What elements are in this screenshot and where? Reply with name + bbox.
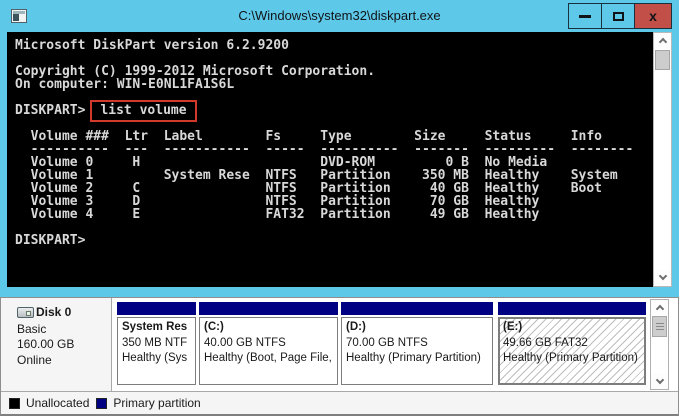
partition-size: 40.00 GB NTFS (204, 336, 333, 352)
console-scrollbar[interactable] (653, 32, 672, 287)
partitions-area: System Res350 MB NTFHealthy (Sys(C:)40.0… (1, 298, 650, 391)
console-line: Volume 4 E FAT32 Partition 49 GB Healthy (15, 208, 653, 221)
legend: Unallocated Primary partition (1, 391, 678, 414)
console-line: DISKPART> (15, 234, 653, 247)
diskpart-prompt: DISKPART> (15, 103, 85, 118)
highlighted-command: list volume (90, 100, 196, 122)
partition-name: (E:) (503, 320, 641, 336)
partition-name: (D:) (346, 320, 488, 336)
console-line: On computer: WIN-E0NL1FA1S6L (15, 78, 653, 91)
partition-body: (E:)49.66 GB FAT32Healthy (Primary Parti… (498, 317, 646, 385)
console-scroll-up-button[interactable] (654, 33, 671, 49)
partition-size: 70.00 GB NTFS (346, 336, 488, 352)
chevron-up-icon (658, 38, 666, 46)
partition-status: Healthy (Primary Partition) (503, 351, 641, 367)
legend-swatch-icon (96, 398, 107, 409)
partition-block[interactable]: System Res350 MB NTFHealthy (Sys (117, 302, 196, 389)
disk-management-panel: Disk 0 Basic 160.00 GB Online System Res… (0, 297, 679, 416)
maximize-button[interactable] (601, 3, 635, 29)
legend-label: Primary partition (113, 396, 200, 410)
partition-body: System Res350 MB NTFHealthy (Sys (117, 317, 196, 385)
partition-status: Healthy (Boot, Page File, (204, 351, 333, 367)
disk-scroll-up-button[interactable] (651, 300, 668, 315)
minimize-icon (579, 15, 591, 18)
diskpart-window: C:\Windows\system32\diskpart.exe x Micro… (0, 0, 679, 297)
partition-color-band (199, 302, 338, 315)
chevron-down-icon (655, 376, 663, 384)
disk-scrollbar[interactable] (650, 299, 669, 390)
partition-name: (C:) (204, 320, 333, 336)
console-scroll-down-button[interactable] (654, 270, 671, 286)
legend-swatch-icon (9, 398, 20, 409)
partition-size: 350 MB NTF (122, 336, 191, 352)
legend-item: Primary partition (96, 396, 200, 410)
chevron-up-icon (655, 305, 663, 313)
close-icon: x (649, 9, 657, 23)
console-line (15, 221, 653, 234)
chevron-down-icon (658, 272, 666, 280)
disk-scroll-down-button[interactable] (651, 374, 668, 389)
partition-body: (D:)70.00 GB NTFSHealthy (Primary Partit… (341, 317, 493, 385)
console-scrollbar-thumb[interactable] (655, 50, 670, 70)
partition-name: System Res (122, 320, 191, 336)
partition-block[interactable]: (C:)40.00 GB NTFSHealthy (Boot, Page Fil… (199, 302, 338, 389)
minimize-button[interactable] (568, 3, 602, 29)
partition-color-band (341, 302, 493, 315)
partition-color-band (498, 302, 646, 315)
legend-label: Unallocated (26, 396, 89, 410)
screenshot-root: C:\Windows\system32\diskpart.exe x Micro… (0, 0, 679, 416)
console-line: DISKPART>list volume (15, 104, 653, 117)
partition-status: Healthy (Primary Partition) (346, 351, 488, 367)
console-output[interactable]: Microsoft DiskPart version 6.2.9200Copyr… (7, 32, 653, 287)
disk-scrollbar-thumb[interactable] (652, 316, 667, 337)
partition-body: (C:)40.00 GB NTFSHealthy (Boot, Page Fil… (199, 317, 338, 385)
console-line: Microsoft DiskPart version 6.2.9200 (15, 39, 653, 52)
partition-color-band (117, 302, 196, 315)
caption-buttons: x (569, 3, 672, 29)
partition-status: Healthy (Sys (122, 351, 191, 367)
partition-size: 49.66 GB FAT32 (503, 336, 641, 352)
partition-block[interactable]: (E:)49.66 GB FAT32Healthy (Primary Parti… (498, 302, 646, 389)
legend-item: Unallocated (9, 396, 89, 410)
maximize-icon (613, 12, 624, 21)
close-button[interactable]: x (634, 3, 672, 29)
scrollbar-grip-icon (656, 326, 664, 327)
titlebar[interactable]: C:\Windows\system32\diskpart.exe x (0, 0, 679, 32)
partition-block[interactable]: (D:)70.00 GB NTFSHealthy (Primary Partit… (341, 302, 493, 389)
